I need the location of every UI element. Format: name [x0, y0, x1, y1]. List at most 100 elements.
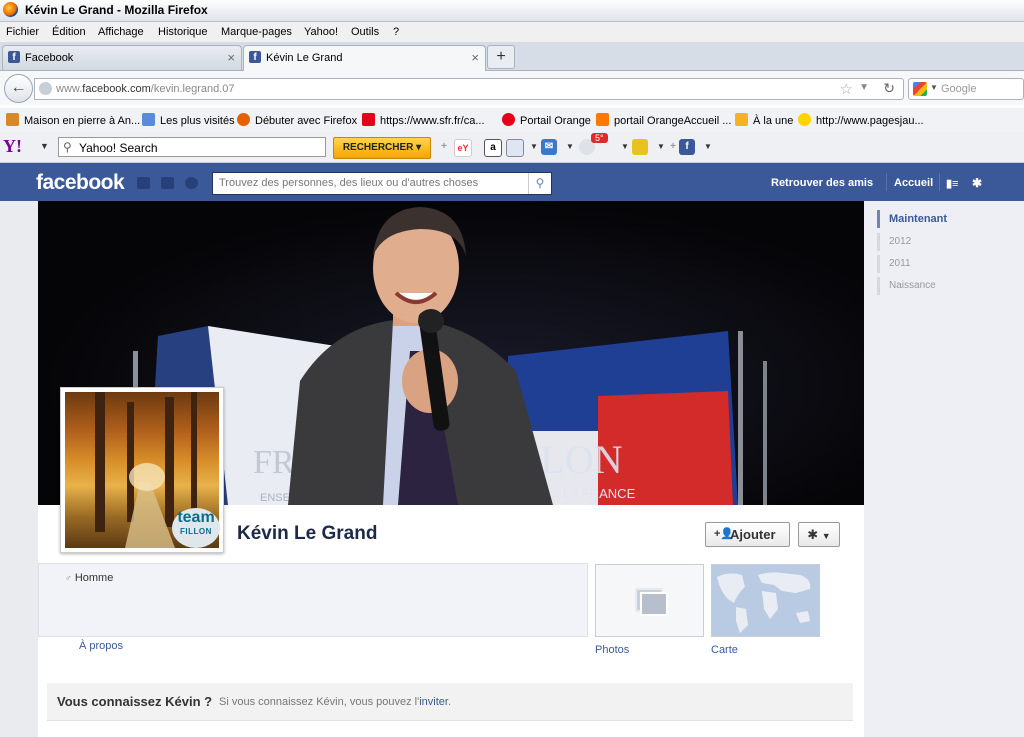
- search-icon[interactable]: ⚲: [528, 173, 551, 194]
- close-tab-icon[interactable]: ×: [471, 50, 479, 65]
- firefox-icon: [237, 113, 250, 126]
- menu-fichier[interactable]: Fichier: [6, 26, 39, 38]
- timeline-now[interactable]: Maintenant: [877, 210, 947, 228]
- timeline-2012[interactable]: 2012: [877, 233, 911, 251]
- menu-historique[interactable]: Historique: [158, 26, 208, 38]
- window-title: Kévin Le Grand - Mozilla Firefox: [25, 3, 208, 17]
- map-thumbnail[interactable]: [711, 564, 820, 637]
- nav-separator: [939, 173, 940, 191]
- know-person-description: Si vous connaissez Kévin, vous pouvez l'…: [219, 696, 452, 708]
- orange-portal-icon: [502, 113, 515, 126]
- yahoo-search-input[interactable]: ⚲ Yahoo! Search: [58, 137, 326, 157]
- yahoo-search-value: Yahoo! Search: [79, 141, 158, 155]
- globe-icon: [39, 82, 52, 95]
- amazon-icon[interactable]: a: [484, 139, 502, 157]
- tab-facebook[interactable]: f Facebook ×: [2, 45, 242, 70]
- yahoo-search-button[interactable]: RECHERCHER ▾: [333, 137, 431, 159]
- facebook-favicon-icon: f: [8, 51, 20, 63]
- page-icon[interactable]: [506, 139, 524, 157]
- photos-link[interactable]: Photos: [595, 644, 629, 656]
- bookmarks-bar: Maison en pierre à An... Les plus visité…: [0, 108, 1024, 132]
- history-dropdown-icon[interactable]: ▼: [859, 82, 869, 93]
- facebook-search-input[interactable]: Trouvez des personnes, des lieux ou d'au…: [212, 172, 552, 195]
- orange-icon: [596, 113, 609, 126]
- menu-help[interactable]: ?: [393, 26, 399, 38]
- bookmark-item[interactable]: Débuter avec Firefox: [237, 113, 357, 127]
- find-friends-link[interactable]: Retrouver des amis: [771, 177, 873, 189]
- photos-thumbnail[interactable]: [595, 564, 704, 637]
- cover-banner-subtext-right: LA FRANCE: [563, 486, 636, 501]
- menu-yahoo[interactable]: Yahoo!: [304, 26, 338, 38]
- menu-affichage[interactable]: Affichage: [98, 26, 144, 38]
- page-dropdown-icon[interactable]: ▼: [526, 139, 542, 155]
- facebook-header: facebook Trouvez des personnes, des lieu…: [0, 163, 1024, 202]
- menu-edition[interactable]: Édition: [52, 26, 86, 38]
- gender-info: ♂ Homme: [65, 572, 114, 584]
- sfr-icon: [362, 113, 375, 126]
- window-titlebar: Kévin Le Grand - Mozilla Firefox: [0, 0, 1024, 22]
- weather-temperature: 5°: [591, 133, 608, 143]
- bookmark-item[interactable]: https://www.sfr.fr/ca...: [362, 113, 485, 127]
- search-placeholder: Trouvez des personnes, des lieux ou d'au…: [219, 177, 479, 189]
- menu-bar: Fichier Édition Affichage Historique Mar…: [0, 22, 1024, 42]
- settings-gear-icon[interactable]: ✱: [972, 176, 982, 190]
- google-icon: [913, 82, 927, 96]
- search-engine-dropdown-icon[interactable]: ▼: [930, 83, 938, 92]
- mail-dropdown-icon[interactable]: ▼: [562, 139, 578, 155]
- yahoo-dropdown-icon[interactable]: ▼: [40, 141, 49, 151]
- team-fillon-badge: team FILLON: [172, 508, 220, 548]
- firefox-icon: [3, 2, 18, 17]
- google-search-box[interactable]: ▼ Google: [908, 78, 1024, 100]
- yahoo-logo[interactable]: Y!: [3, 136, 22, 157]
- map-link[interactable]: Carte: [711, 644, 738, 656]
- bookmark-item[interactable]: portail OrangeAccueil ...: [596, 113, 731, 127]
- timeline-birth[interactable]: Naissance: [877, 277, 936, 295]
- weather-dropdown-icon[interactable]: ▼: [617, 139, 633, 155]
- about-link[interactable]: À propos: [79, 640, 123, 652]
- url-bar[interactable]: www.facebook.com/kevin.legrand.07 ☆ ▼ ↻: [34, 78, 904, 100]
- messages-icon[interactable]: [161, 177, 174, 189]
- bookmark-item[interactable]: Maison en pierre à An...: [6, 113, 140, 127]
- nav-separator: [886, 173, 887, 191]
- reload-icon[interactable]: ↻: [883, 80, 895, 97]
- tab-kevin-le-grand[interactable]: f Kévin Le Grand ×: [243, 45, 486, 71]
- profile-name[interactable]: Kévin Le Grand: [237, 523, 377, 545]
- smiley-icon: [798, 113, 811, 126]
- friend-requests-icon[interactable]: [137, 177, 150, 189]
- timeline-2011[interactable]: 2011: [877, 255, 911, 273]
- photo-stack-icon: [640, 592, 668, 616]
- add-icon[interactable]: +: [436, 139, 452, 155]
- game-icon[interactable]: [632, 139, 648, 155]
- back-button[interactable]: ←: [4, 74, 33, 103]
- new-tab-button[interactable]: +: [487, 45, 515, 69]
- bookmark-item[interactable]: Portail Orange: [502, 113, 591, 127]
- home-link[interactable]: Accueil: [894, 177, 933, 189]
- search-placeholder: Google: [941, 83, 977, 95]
- menu-marque-pages[interactable]: Marque-pages: [221, 26, 292, 38]
- bookmark-star-icon[interactable]: ☆: [840, 80, 853, 98]
- male-icon: ♂: [65, 573, 72, 583]
- bookmark-item[interactable]: Les plus visités: [142, 113, 235, 127]
- facebook-icon[interactable]: f: [679, 139, 695, 155]
- url-text[interactable]: www.facebook.com/kevin.legrand.07: [56, 83, 235, 95]
- mail-icon[interactable]: ✉: [541, 139, 557, 155]
- bookmark-item[interactable]: À la une: [735, 113, 793, 127]
- add-friend-button[interactable]: +👤 Ajouter: [705, 522, 790, 547]
- close-tab-icon[interactable]: ×: [227, 50, 235, 65]
- ebay-icon[interactable]: eY: [454, 139, 472, 157]
- notifications-icon[interactable]: [185, 177, 198, 189]
- invite-link[interactable]: inviter: [419, 696, 448, 708]
- gear-icon: ✱: [807, 527, 819, 542]
- bookmark-item[interactable]: http://www.pagesjau...: [798, 113, 924, 127]
- rss-icon: [735, 113, 748, 126]
- privacy-shortcuts-icon[interactable]: ▮≡: [946, 177, 958, 190]
- about-panel: [38, 563, 588, 637]
- know-person-panel: Vous connaissez Kévin ? Si vous connaiss…: [47, 683, 853, 721]
- cover-banner-text-left: FR: [253, 444, 295, 481]
- facebook-logo[interactable]: facebook: [36, 171, 125, 195]
- facebook-dropdown-icon[interactable]: ▼: [700, 139, 716, 155]
- cover-banner-subtext-left: ENSE: [260, 492, 290, 504]
- menu-outils[interactable]: Outils: [351, 26, 379, 38]
- profile-options-button[interactable]: ✱ ▼: [798, 522, 840, 547]
- yahoo-toolbar: Y! ▼ ⚲ Yahoo! Search RECHERCHER ▾ + eY a…: [0, 132, 1024, 163]
